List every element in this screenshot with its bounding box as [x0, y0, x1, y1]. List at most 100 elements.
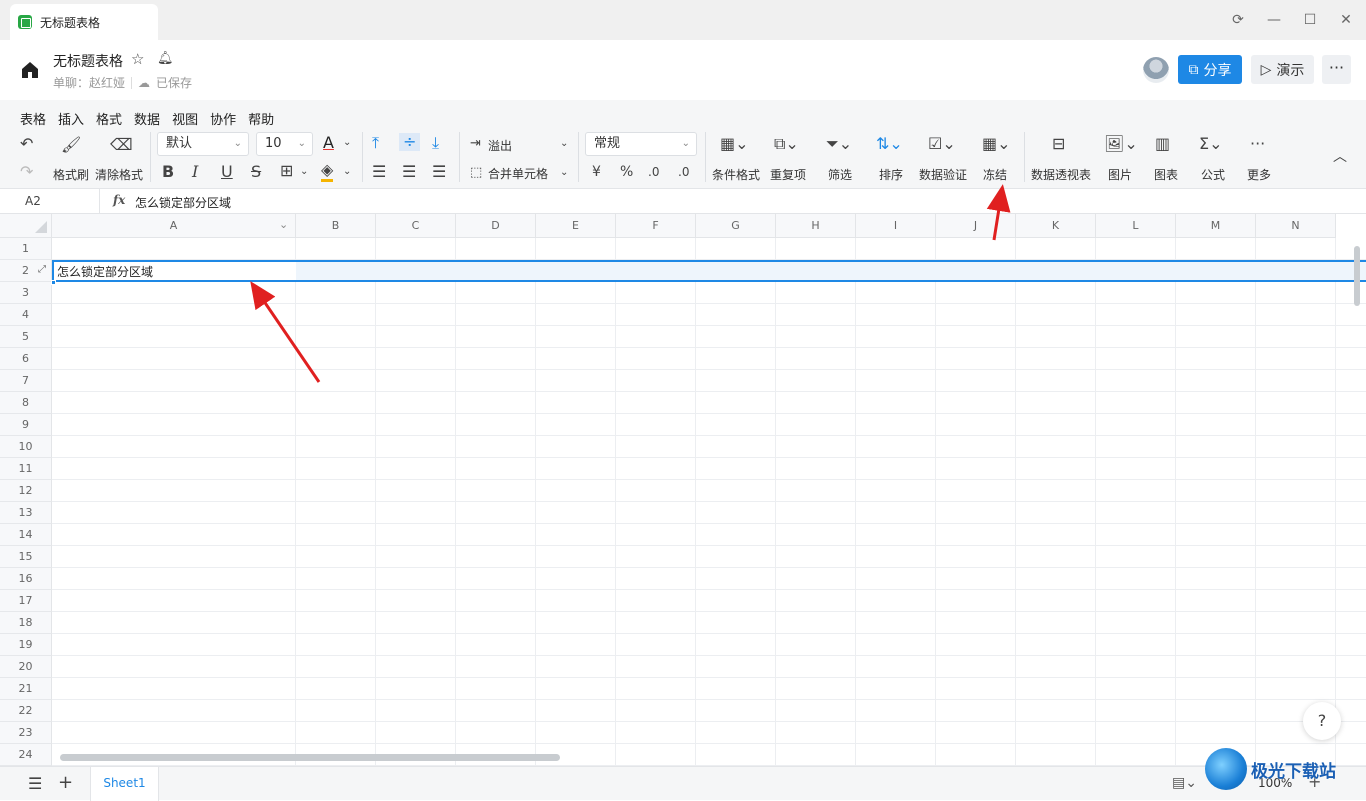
pivot-label[interactable]: 数据透视表	[1031, 166, 1091, 183]
filter-label[interactable]: 筛选	[828, 166, 852, 183]
share-button[interactable]: ⧉ 分享	[1178, 55, 1242, 84]
row-header[interactable]: 11	[0, 458, 52, 480]
duplicates-icon[interactable]: ⧉⌄	[774, 135, 799, 153]
help-button[interactable]: ?	[1303, 702, 1341, 740]
redo-icon[interactable]: ↷	[20, 163, 33, 181]
sheet-list-icon[interactable]: ☰	[28, 774, 42, 793]
eraser-icon[interactable]: ⌫	[110, 136, 133, 154]
chat-info[interactable]: 单聊：赵红娅	[53, 74, 125, 91]
row-header[interactable]: 9	[0, 414, 52, 436]
row-header[interactable]: 13	[0, 502, 52, 524]
row-header[interactable]: 12	[0, 480, 52, 502]
number-format-select[interactable]: 常规 ⌄	[585, 132, 697, 156]
chevron-down-icon[interactable]: ⌄	[560, 135, 568, 153]
align-top-icon[interactable]: ⤒	[372, 134, 379, 152]
row-header[interactable]: 8	[0, 392, 52, 414]
row-header[interactable]: 7	[0, 370, 52, 392]
name-box[interactable]: A2	[0, 189, 100, 213]
column-header[interactable]: N	[1256, 214, 1336, 238]
star-icon[interactable]: ☆	[131, 50, 144, 68]
italic-icon[interactable]: I	[192, 163, 198, 181]
formula-label[interactable]: 公式	[1201, 166, 1225, 183]
more-button[interactable]: ···	[1322, 55, 1351, 84]
sum-icon[interactable]: Σ⌄	[1199, 135, 1223, 153]
minimize-icon[interactable]: —	[1264, 10, 1284, 30]
conditional-format-label[interactable]: 条件格式	[712, 166, 760, 183]
row-header[interactable]: 22	[0, 700, 52, 722]
font-select[interactable]: 默认 ⌄	[157, 132, 249, 156]
font-color-icon[interactable]: A	[323, 134, 334, 152]
percent-icon[interactable]: %	[620, 163, 633, 181]
duplicates-label[interactable]: 重复项	[770, 166, 806, 183]
document-title[interactable]: 无标题表格	[53, 51, 123, 71]
document-tab[interactable]: 无标题表格	[10, 4, 158, 40]
present-button[interactable]: ▷ 演示	[1251, 55, 1314, 84]
column-header[interactable]: G	[696, 214, 776, 238]
align-left-icon[interactable]: ☰	[372, 163, 386, 181]
freeze-icon[interactable]: ▦⌄	[982, 135, 1011, 153]
formula-input[interactable]: 怎么锁定部分区域	[135, 194, 231, 211]
row-header[interactable]: 1	[0, 238, 52, 260]
chart-label[interactable]: 图表	[1154, 166, 1178, 183]
border-icon[interactable]: ⊞	[280, 162, 293, 180]
select-all-corner[interactable]	[0, 214, 52, 238]
overflow-label[interactable]: 溢出	[488, 137, 512, 154]
row-header[interactable]: 17	[0, 590, 52, 612]
menu-help[interactable]: 帮助	[248, 109, 274, 128]
row-header[interactable]: 24	[0, 744, 52, 766]
strikethrough-icon[interactable]: S	[251, 163, 261, 181]
pivot-icon[interactable]: ⊟	[1052, 135, 1065, 153]
column-header[interactable]: B	[296, 214, 376, 238]
maximize-icon[interactable]: ☐	[1300, 10, 1320, 30]
column-header[interactable]: H	[776, 214, 856, 238]
image-icon[interactable]: 🖼︎⌄	[1104, 135, 1138, 153]
row-header[interactable]: 18	[0, 612, 52, 634]
add-sheet-icon[interactable]: +	[58, 772, 73, 793]
more-icon[interactable]: ···	[1250, 135, 1265, 153]
more-label[interactable]: 更多	[1247, 166, 1271, 183]
fill-color-icon[interactable]: ◈	[321, 161, 334, 182]
menu-format[interactable]: 格式	[96, 109, 122, 128]
chevron-down-icon[interactable]: ⌄	[343, 134, 351, 152]
validation-icon[interactable]: ☑⌄	[928, 135, 956, 153]
row-header[interactable]: 23	[0, 722, 52, 744]
fill-handle[interactable]	[51, 280, 56, 285]
align-center-icon[interactable]: ☰	[402, 163, 416, 181]
horizontal-scrollbar[interactable]	[60, 754, 560, 761]
column-header[interactable]: D	[456, 214, 536, 238]
align-right-icon[interactable]: ☰	[432, 163, 446, 181]
filter-icon[interactable]: ⏷⌄	[826, 135, 852, 153]
align-middle-icon[interactable]: ÷	[399, 133, 421, 151]
row-header[interactable]: 16	[0, 568, 52, 590]
chevron-down-icon[interactable]: ⌄	[343, 163, 351, 181]
undo-icon[interactable]: ↶	[20, 135, 33, 153]
chevron-down-icon[interactable]: ⌄	[560, 164, 568, 182]
refresh-icon[interactable]: ⟳	[1228, 10, 1248, 30]
row-header[interactable]: 10	[0, 436, 52, 458]
menu-table[interactable]: 表格	[20, 109, 46, 128]
column-header[interactable]: A	[52, 214, 296, 238]
merge-icon[interactable]: ⬚	[470, 164, 482, 182]
cell-a2[interactable]: 怎么锁定部分区域	[57, 263, 153, 280]
row-header[interactable]: 20	[0, 656, 52, 678]
underline-icon[interactable]: U	[221, 163, 233, 181]
column-header[interactable]: K	[1016, 214, 1096, 238]
row-header[interactable]: 4	[0, 304, 52, 326]
chevron-down-icon[interactable]: ⌄	[279, 218, 288, 231]
avatar[interactable]	[1143, 57, 1169, 83]
row-header[interactable]: 21	[0, 678, 52, 700]
row-header[interactable]: 14	[0, 524, 52, 546]
close-icon[interactable]: ✕	[1336, 10, 1356, 30]
conditional-format-icon[interactable]: ▦⌄	[720, 135, 749, 153]
column-header[interactable]: I	[856, 214, 936, 238]
font-size-select[interactable]: 10 ⌄	[256, 132, 313, 156]
bell-icon[interactable]: 🔔︎	[157, 51, 174, 66]
chart-icon[interactable]: ▥	[1155, 135, 1170, 153]
menu-data[interactable]: 数据	[134, 109, 160, 128]
image-label[interactable]: 图片	[1108, 166, 1132, 183]
column-header[interactable]: M	[1176, 214, 1256, 238]
decrease-decimal-icon[interactable]: .0	[678, 163, 689, 181]
sort-label[interactable]: 排序	[879, 166, 903, 183]
validation-label[interactable]: 数据验证	[919, 166, 967, 183]
clear-format-label[interactable]: 清除格式	[95, 166, 143, 183]
